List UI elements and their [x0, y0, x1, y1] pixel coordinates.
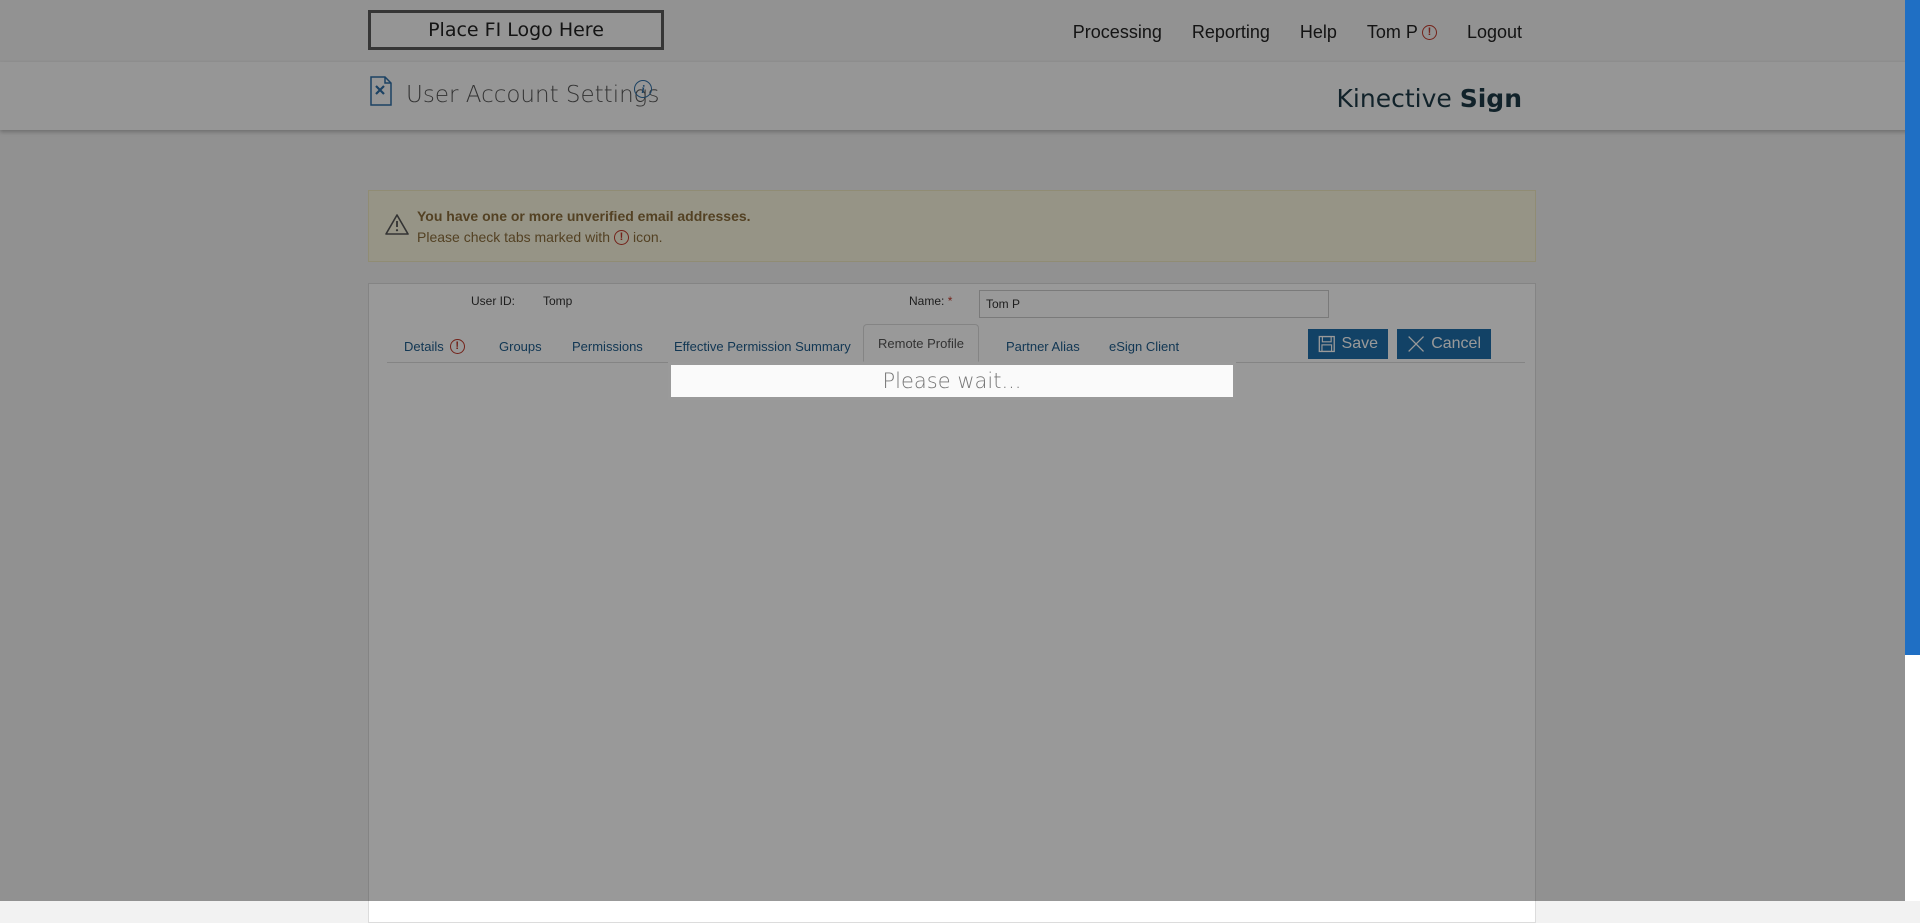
loading-overlay — [0, 0, 1905, 901]
please-wait-message: Please wait... — [882, 369, 1022, 393]
please-wait-dialog: Please wait... — [668, 362, 1236, 400]
scrollbar-thumb[interactable] — [1905, 0, 1920, 655]
